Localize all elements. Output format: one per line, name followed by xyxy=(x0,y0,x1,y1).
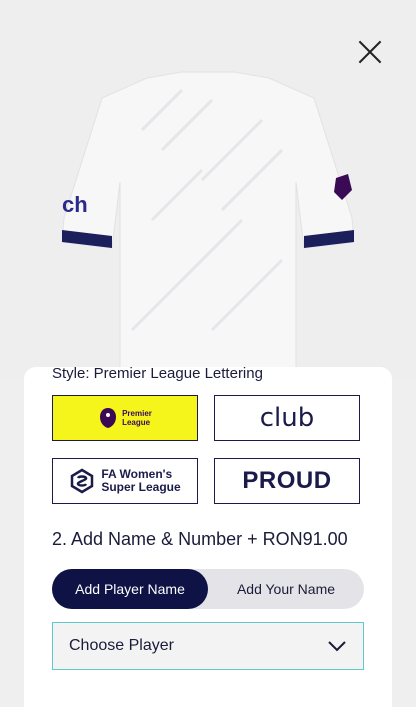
proud-label: PROUD xyxy=(242,467,332,494)
club-label: club xyxy=(259,403,315,433)
customize-panel: Style: Premier League Lettering Premier … xyxy=(24,365,392,707)
style-option-fa-wsl[interactable]: FA Women's Super League xyxy=(52,458,198,504)
premier-league-line1: Premier xyxy=(122,409,152,418)
style-option-club[interactable]: club xyxy=(214,395,360,441)
fa-wsl-logo-icon xyxy=(71,468,94,494)
choose-player-label: Choose Player xyxy=(69,637,174,654)
name-source-toggle: Add Player Name Add Your Name xyxy=(52,569,364,609)
fa-wsl-line2: Super League xyxy=(101,480,181,494)
name-number-title: 2. Add Name & Number + RON91.00 xyxy=(52,529,348,549)
close-button[interactable] xyxy=(356,38,384,66)
add-your-name-tab[interactable]: Add Your Name xyxy=(208,569,364,609)
chevron-down-icon xyxy=(328,641,346,652)
style-title: Style: Premier League Lettering xyxy=(52,365,263,382)
add-player-name-tab[interactable]: Add Player Name xyxy=(52,569,208,609)
style-option-premier-league[interactable]: Premier League xyxy=(52,395,198,441)
product-image-area: ch xyxy=(0,0,416,380)
product-shirt-image: ch xyxy=(61,71,355,370)
premier-league-line2: League xyxy=(122,418,151,427)
premier-league-lion-icon xyxy=(100,408,117,428)
choose-player-select[interactable]: Choose Player xyxy=(52,622,364,670)
svg-text:ch: ch xyxy=(62,192,88,217)
style-option-proud[interactable]: PROUD xyxy=(214,458,360,504)
